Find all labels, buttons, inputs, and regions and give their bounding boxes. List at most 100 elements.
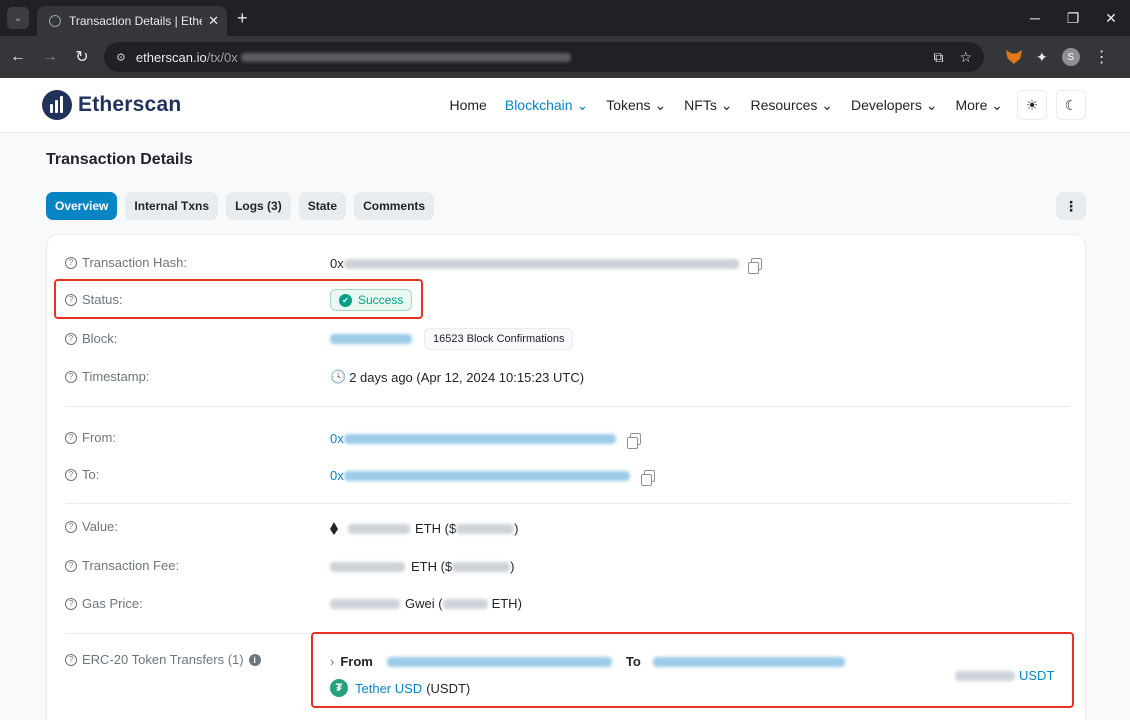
tab-comments[interactable]: Comments [354, 192, 435, 220]
nav-developers[interactable]: Developers ⌄ [851, 97, 937, 114]
gas-close: ETH) [491, 596, 522, 611]
help-icon[interactable]: ? [65, 256, 77, 269]
help-icon[interactable]: ? [65, 468, 77, 481]
detail-tabs: Overview Internal Txns Logs (3) State Co… [46, 192, 435, 220]
copy-icon[interactable] [626, 432, 641, 449]
copy-icon[interactable] [747, 257, 762, 274]
fee-label: Transaction Fee: [82, 558, 180, 573]
value-value: ETH ($) [330, 521, 519, 536]
info-icon[interactable]: i [248, 653, 261, 666]
fee-unit: ETH ($ [411, 559, 453, 574]
to-label: To: [82, 467, 100, 482]
blurred-eth-amount [348, 523, 410, 534]
erc20-label: ERC-20 Token Transfers (1) [82, 652, 244, 667]
install-app-icon[interactable]: ⧉ [933, 49, 943, 66]
confirmations-badge: 16523 Block Confirmations [424, 328, 574, 350]
reload-icon[interactable]: ↻ [68, 47, 96, 67]
nav-resources[interactable]: Resources ⌄ [750, 97, 833, 114]
url-path: /tx/0x [206, 49, 238, 65]
chevron-down-icon: ⌄ [991, 96, 1003, 113]
hash-prefix: 0x [330, 256, 344, 271]
tab-logs[interactable]: Logs (3) [226, 192, 291, 220]
blurred-gas-amount [330, 598, 400, 609]
nav-blockchain[interactable]: Blockchain ⌄ [505, 97, 588, 114]
minimize-icon[interactable]: ─ [1016, 10, 1054, 27]
fee-value: ETH ($) [330, 559, 515, 574]
profile-avatar[interactable]: S [1061, 48, 1080, 66]
value-label-row: ? Value: [65, 519, 118, 534]
value-close: ) [514, 521, 519, 536]
nav-nfts[interactable]: NFTs ⌄ [684, 97, 732, 114]
etherscan-logo[interactable]: Etherscan [42, 90, 181, 120]
forward-icon[interactable]: → [36, 48, 64, 66]
nav-nfts-label: NFTs [684, 96, 717, 113]
extensions-icon[interactable]: ✦ [1036, 49, 1048, 66]
browser-tab-bar: ⌄ Transaction Details | Etherscan ✕ + ─ … [0, 0, 1130, 36]
bookmark-star-icon[interactable]: ☆ [959, 49, 972, 66]
divider [65, 406, 1070, 407]
to-address-prefix[interactable]: 0x [330, 468, 344, 483]
nav-blockchain-label: Blockchain [504, 96, 573, 113]
hash-label-row: ? Transaction Hash: [65, 255, 187, 270]
metamask-extension-icon[interactable] [1006, 50, 1022, 64]
main-nav: Home Blockchain ⌄ Tokens ⌄ NFTs ⌄ Resour… [450, 97, 1004, 114]
browser-tab[interactable]: Transaction Details | Etherscan ✕ [37, 6, 227, 36]
blurred-url-hash [240, 52, 571, 62]
restore-icon[interactable]: ❐ [1054, 10, 1092, 27]
light-mode-button[interactable]: ☀ [1017, 90, 1047, 120]
more-options-button[interactable]: ⋮ [1056, 192, 1086, 220]
nav-tokens[interactable]: Tokens ⌄ [606, 97, 666, 114]
copy-icon[interactable] [640, 469, 655, 486]
etherscan-favicon-icon [49, 15, 61, 27]
help-icon[interactable]: ? [65, 597, 77, 610]
back-icon[interactable]: ← [4, 48, 32, 66]
erc20-label-row: ? ERC-20 Token Transfers (1) i [65, 652, 261, 667]
value-label: Value: [82, 519, 118, 534]
tab-overview[interactable]: Overview [46, 192, 118, 220]
chevron-down-icon: ⌄ [654, 96, 667, 113]
timestamp-value: 🕓 2 days ago (Apr 12, 2024 10:15:23 UTC) [330, 369, 584, 385]
to-label-row: ? To: [65, 467, 99, 482]
sun-icon: ☀ [1025, 96, 1039, 113]
help-icon[interactable]: ? [65, 520, 77, 533]
nav-more[interactable]: More ⌄ [955, 97, 1003, 114]
help-icon[interactable]: ? [65, 431, 77, 444]
blurred-gas-eth [442, 598, 488, 609]
site-header: Etherscan Home Blockchain ⌄ Tokens ⌄ NFT… [0, 78, 1130, 133]
address-bar[interactable]: ⚙ etherscan.io/tx/0x ⧉ ☆ [104, 42, 984, 72]
chevron-down-icon: ⌄ [925, 96, 938, 113]
etherscan-logo-icon [42, 90, 72, 120]
tab-state[interactable]: State [298, 192, 347, 220]
browser-menu-icon[interactable]: ⋮ [1094, 47, 1110, 67]
blurred-from-address[interactable] [343, 433, 616, 444]
tab-internal-txns[interactable]: Internal Txns [125, 192, 219, 220]
from-value: 0x [330, 431, 641, 449]
help-icon[interactable]: ? [65, 332, 77, 345]
help-icon[interactable]: ? [65, 653, 77, 666]
new-tab-icon[interactable]: + [237, 8, 248, 29]
from-address-prefix[interactable]: 0x [330, 431, 344, 446]
site-info-icon[interactable]: ⚙ [116, 51, 126, 64]
nav-tokens-label: Tokens [606, 96, 651, 113]
page-title: Transaction Details [46, 151, 193, 168]
clock-icon: 🕓 [330, 369, 347, 384]
chevron-down-icon: ⌄ [576, 96, 589, 113]
blurred-to-address[interactable] [343, 470, 630, 481]
gas-label: Gas Price: [82, 596, 143, 611]
window-close-icon[interactable]: ✕ [1092, 10, 1130, 27]
nav-developers-label: Developers [851, 96, 922, 113]
tab-close-icon[interactable]: ✕ [208, 13, 219, 29]
nav-more-label: More [955, 96, 988, 113]
block-label: Block: [82, 331, 118, 346]
browser-toolbar: ← → ↻ ⚙ etherscan.io/tx/0x ⧉ ☆ ✦ S ⋮ [0, 36, 1130, 78]
nav-home[interactable]: Home [450, 97, 487, 113]
dark-mode-button[interactable]: ☾ [1056, 90, 1086, 120]
help-icon[interactable]: ? [65, 559, 77, 572]
blurred-block-number [330, 334, 412, 344]
fee-label-row: ? Transaction Fee: [65, 558, 179, 573]
help-icon[interactable]: ? [65, 370, 77, 383]
timestamp-label: Timestamp: [82, 369, 150, 384]
tab-search-icon[interactable]: ⌄ [7, 7, 29, 29]
url-host: etherscan.io [135, 49, 207, 65]
gas-value: Gwei (ETH) [330, 596, 522, 611]
